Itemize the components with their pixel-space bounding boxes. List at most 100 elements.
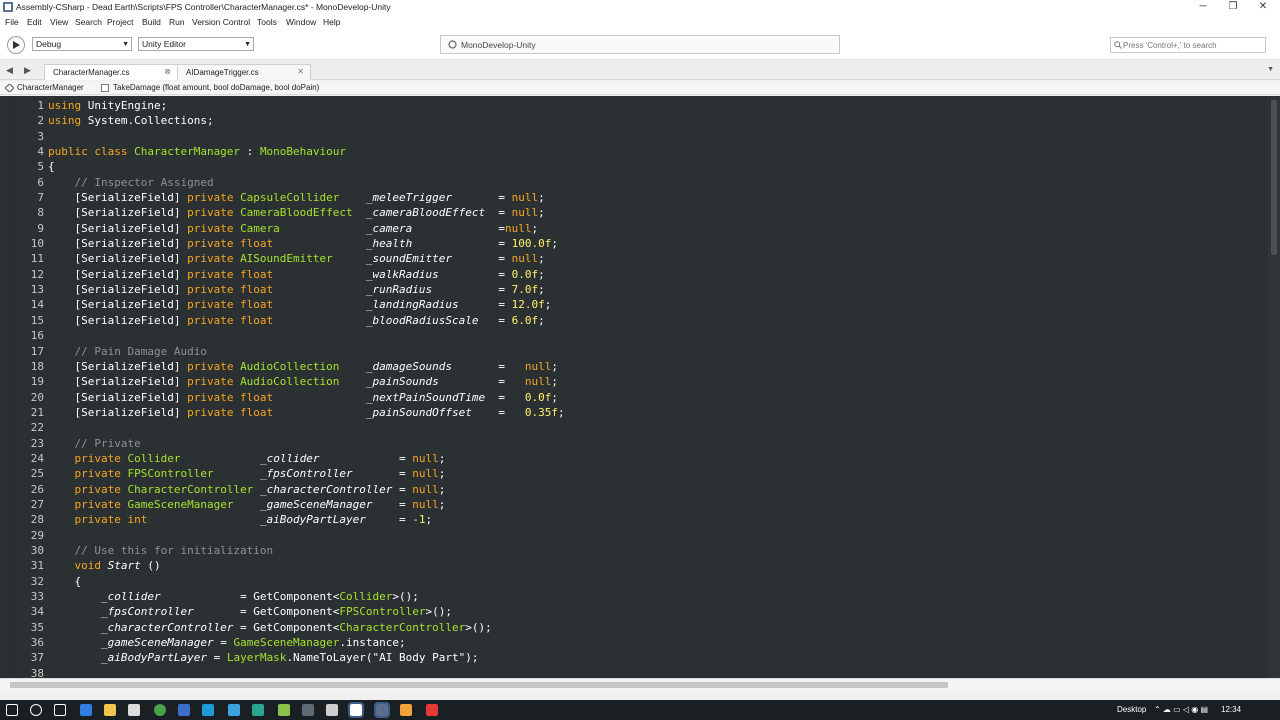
code-line[interactable]: 1 using UnityEngine; bbox=[14, 98, 1266, 113]
app-icon[interactable] bbox=[426, 704, 438, 716]
run-button[interactable] bbox=[7, 36, 25, 54]
code-line[interactable]: 6 // Inspector Assigned bbox=[14, 175, 1266, 190]
code-line[interactable]: 22 bbox=[14, 420, 1266, 435]
code-line[interactable]: 20 [SerializeField] private float _nextP… bbox=[14, 390, 1266, 405]
code-token: ; bbox=[438, 451, 446, 465]
app-icon[interactable] bbox=[202, 704, 214, 716]
code-line[interactable]: 34 _fpsController = GetComponent<FPSCont… bbox=[14, 604, 1266, 619]
code-editor[interactable]: 1 using UnityEngine; 2 using System.Collect… bbox=[0, 96, 1280, 678]
code-line[interactable]: 24 private Collider _collider = null; bbox=[14, 451, 1266, 466]
menu-tools[interactable]: Tools bbox=[257, 17, 277, 27]
breadcrumb-member[interactable]: TakeDamage (float amount, bool doDamage,… bbox=[113, 83, 319, 92]
app-icon[interactable] bbox=[252, 704, 264, 716]
code-line[interactable]: 16 bbox=[14, 328, 1266, 343]
menu-edit[interactable]: Edit bbox=[27, 17, 42, 27]
code-line[interactable]: 35 _characterController = GetComponent<C… bbox=[14, 620, 1266, 635]
code-line[interactable]: 32 { bbox=[14, 574, 1266, 589]
code-line[interactable]: 12 [SerializeField] private float _walkR… bbox=[14, 267, 1266, 282]
code-token: private float bbox=[187, 390, 274, 404]
windows-start-icon[interactable] bbox=[6, 704, 18, 716]
code-area[interactable]: 1 using UnityEngine; 2 using System.Collect… bbox=[14, 98, 1266, 678]
app-icon[interactable] bbox=[302, 704, 314, 716]
search-input[interactable] bbox=[1123, 39, 1263, 51]
tab-overflow-icon[interactable]: ▼ bbox=[1267, 66, 1274, 73]
code-line[interactable]: 3 bbox=[14, 129, 1266, 144]
desktop-label[interactable]: Desktop bbox=[1117, 705, 1146, 714]
code-line[interactable]: 10 [SerializeField] private float _healt… bbox=[14, 236, 1266, 251]
tab-charactermanager[interactable]: CharacterManager.cs ⊗ bbox=[44, 64, 178, 80]
menu-window[interactable]: Window bbox=[286, 17, 316, 27]
code-line[interactable]: 11 [SerializeField] private AISoundEmitt… bbox=[14, 251, 1266, 266]
code-line[interactable]: 18 [SerializeField] private AudioCollect… bbox=[14, 359, 1266, 374]
vertical-scrollbar[interactable] bbox=[1268, 96, 1280, 678]
code-line[interactable]: 8 [SerializeField] private CameraBloodEf… bbox=[14, 205, 1266, 220]
edge-icon[interactable] bbox=[80, 704, 92, 716]
maximize-button[interactable]: ❐ bbox=[1216, 0, 1250, 15]
search-icon[interactable] bbox=[30, 704, 42, 716]
code-token: private bbox=[187, 206, 241, 220]
code-line[interactable]: 17 // Pain Damage Audio bbox=[14, 344, 1266, 359]
horizontal-scrollbar[interactable] bbox=[0, 678, 1280, 690]
code-line[interactable]: 31 void Start () bbox=[14, 558, 1266, 573]
app-icon[interactable] bbox=[326, 704, 338, 716]
menu-search[interactable]: Search bbox=[75, 17, 102, 27]
task-view-icon[interactable] bbox=[54, 704, 66, 716]
horizontal-scroll-thumb[interactable] bbox=[10, 682, 948, 688]
code-line[interactable]: 23 // Private bbox=[14, 436, 1266, 451]
code-token: .instance; bbox=[339, 636, 406, 650]
menu-view[interactable]: View bbox=[50, 17, 68, 27]
breadcrumb-class[interactable]: CharacterManager bbox=[17, 83, 84, 92]
close-tab-icon[interactable]: ✕ bbox=[297, 67, 304, 76]
clock[interactable]: 12:34 bbox=[1221, 705, 1241, 714]
code-line[interactable]: 26 private CharacterController _characte… bbox=[14, 482, 1266, 497]
code-line[interactable]: 30 // Use this for initialization bbox=[14, 543, 1266, 558]
code-line[interactable]: 21 [SerializeField] private float _painS… bbox=[14, 405, 1266, 420]
menu-project[interactable]: Project bbox=[107, 17, 133, 27]
code-token: _runRadius bbox=[365, 283, 433, 297]
app-icon[interactable] bbox=[400, 704, 412, 716]
unity-icon[interactable] bbox=[348, 702, 364, 718]
configuration-select[interactable]: Debug ▼ bbox=[32, 37, 132, 51]
code-line[interactable]: 37 _aiBodyPartLayer = LayerMask.NameToLa… bbox=[14, 650, 1266, 665]
code-line[interactable]: 36 _gameSceneManager = GameSceneManager.… bbox=[14, 635, 1266, 650]
code-token: FPSController bbox=[339, 605, 426, 619]
code-line[interactable]: 14 [SerializeField] private float _landi… bbox=[14, 297, 1266, 312]
minimize-button[interactable]: ─ bbox=[1186, 0, 1220, 15]
app-icon[interactable] bbox=[278, 704, 290, 716]
app-icon[interactable] bbox=[228, 704, 240, 716]
close-window-button[interactable]: ✕ bbox=[1246, 0, 1280, 15]
code-line[interactable]: 27 private GameSceneManager _gameSceneMa… bbox=[14, 497, 1266, 512]
menu-file[interactable]: File bbox=[5, 17, 19, 27]
navigate-back-icon[interactable]: ◀ bbox=[6, 65, 13, 76]
code-line[interactable]: 5{ bbox=[14, 159, 1266, 174]
tray-icons[interactable]: ⌃ ☁ ▭ ◁ ◉ ▤ bbox=[1154, 705, 1208, 714]
code-line[interactable]: 33 _collider = GetComponent<Collider>(); bbox=[14, 589, 1266, 604]
code-line[interactable]: 25 private FPSController _fpsController … bbox=[14, 466, 1266, 481]
code-line[interactable]: 7 [SerializeField] private CapsuleCollid… bbox=[14, 190, 1266, 205]
global-search-box[interactable] bbox=[1110, 37, 1266, 53]
menu-build[interactable]: Build bbox=[142, 17, 161, 27]
chrome-icon[interactable] bbox=[154, 704, 166, 716]
code-line[interactable]: 15 [SerializeField] private float _blood… bbox=[14, 313, 1266, 328]
code-line[interactable]: 38 bbox=[14, 666, 1266, 678]
code-line[interactable]: 19 [SerializeField] private AudioCollect… bbox=[14, 374, 1266, 389]
code-line[interactable]: 4 public class CharacterManager : MonoBeh… bbox=[14, 144, 1266, 159]
menu-help[interactable]: Help bbox=[323, 17, 340, 27]
close-tab-icon[interactable]: ⊗ bbox=[164, 67, 171, 76]
navigate-forward-icon[interactable]: ▶ bbox=[24, 65, 31, 76]
code-line[interactable]: 9 [SerializeField] private Camera _camer… bbox=[14, 221, 1266, 236]
code-line[interactable]: 28 private int _aiBodyPartLayer = -1; bbox=[14, 512, 1266, 527]
code-line[interactable]: 13 [SerializeField] private float _runRa… bbox=[14, 282, 1266, 297]
target-select[interactable]: Unity Editor ▼ bbox=[138, 37, 254, 51]
tab-aidamagetrigger[interactable]: AIDamageTrigger.cs ✕ bbox=[177, 64, 311, 80]
menu-version-control[interactable]: Version Control bbox=[192, 17, 250, 27]
monodevelop-icon[interactable] bbox=[374, 702, 390, 718]
store-icon[interactable] bbox=[128, 704, 140, 716]
code-line[interactable]: 29 bbox=[14, 528, 1266, 543]
code-token: _fpsController bbox=[259, 467, 353, 481]
file-explorer-icon[interactable] bbox=[104, 704, 116, 716]
vertical-scroll-thumb[interactable] bbox=[1271, 100, 1277, 255]
code-line[interactable]: 2 using System.Collections; bbox=[14, 113, 1266, 128]
app-icon[interactable] bbox=[178, 704, 190, 716]
menu-run[interactable]: Run bbox=[169, 17, 185, 27]
